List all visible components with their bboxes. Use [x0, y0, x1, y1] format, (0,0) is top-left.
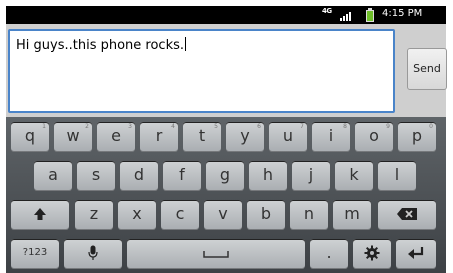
gear-icon — [364, 245, 380, 261]
phone-screen: 4G 4:15 PM Hi guys..this phone rocks. Se… — [0, 0, 453, 273]
key-w[interactable]: w2 — [54, 122, 92, 152]
shift-arrow-icon — [34, 208, 46, 220]
symbols-key[interactable]: ?123 — [11, 239, 59, 269]
enter-arrow-icon — [408, 247, 424, 259]
shift-key[interactable] — [11, 200, 69, 230]
compose-area: Hi guys..this phone rocks. Send — [6, 24, 447, 117]
key-q[interactable]: q1 — [11, 122, 49, 152]
message-text: Hi guys..this phone rocks. — [16, 38, 185, 53]
key-v[interactable]: v — [204, 200, 242, 230]
key-c[interactable]: c — [161, 200, 199, 230]
status-bar: 4G 4:15 PM — [6, 6, 446, 24]
message-input[interactable]: Hi guys..this phone rocks. — [8, 29, 395, 113]
key-g[interactable]: g — [206, 161, 244, 191]
key-u[interactable]: u7 — [269, 122, 307, 152]
key-n[interactable]: n — [290, 200, 328, 230]
network-type-label: 4G — [322, 7, 332, 15]
backspace-icon — [397, 208, 417, 220]
key-m[interactable]: m — [333, 200, 371, 230]
key-d[interactable]: d — [120, 161, 158, 191]
signal-strength-icon — [340, 10, 352, 21]
key-y[interactable]: y6 — [226, 122, 264, 152]
space-bar[interactable] — [127, 239, 305, 269]
backspace-key[interactable] — [378, 200, 436, 230]
enter-key[interactable] — [396, 239, 436, 269]
key-r[interactable]: r4 — [140, 122, 178, 152]
key-a[interactable]: a — [34, 161, 72, 191]
key-h[interactable]: h — [249, 161, 287, 191]
key-t[interactable]: t5 — [183, 122, 221, 152]
space-icon — [203, 251, 229, 258]
send-button[interactable]: Send — [407, 48, 447, 90]
key-e[interactable]: e3 — [97, 122, 135, 152]
key-j[interactable]: j — [292, 161, 330, 191]
key-s[interactable]: s — [77, 161, 115, 191]
voice-input-key[interactable] — [64, 239, 122, 269]
settings-key[interactable] — [353, 239, 391, 269]
key-b[interactable]: b — [247, 200, 285, 230]
microphone-icon — [88, 245, 98, 260]
on-screen-keyboard: q1 w2 e3 r4 t5 y6 u7 i8 o9 p0 a s d f g … — [6, 117, 446, 273]
key-k[interactable]: k — [335, 161, 373, 191]
key-f[interactable]: f — [163, 161, 201, 191]
key-i[interactable]: i8 — [312, 122, 350, 152]
key-x[interactable]: x — [118, 200, 156, 230]
status-clock: 4:15 PM — [382, 8, 423, 19]
key-z[interactable]: z — [75, 200, 113, 230]
period-key[interactable]: . — [310, 239, 348, 269]
battery-icon — [366, 8, 374, 22]
key-p[interactable]: p0 — [398, 122, 436, 152]
key-l[interactable]: l — [378, 161, 416, 191]
key-o[interactable]: o9 — [355, 122, 393, 152]
